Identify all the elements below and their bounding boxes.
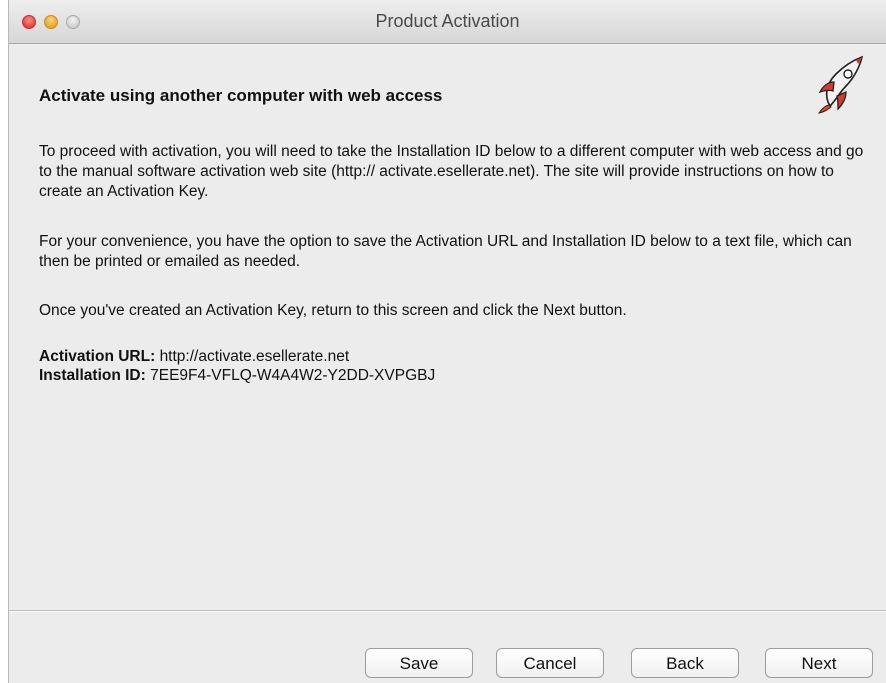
content-area: Activate using another computer with web… [9, 44, 886, 610]
installation-id-label: Installation ID: [39, 367, 146, 384]
save-option-paragraph: For your convenience, you have the optio… [39, 233, 852, 270]
instructions-paragraph: To proceed with activation, you will nee… [39, 143, 864, 200]
activation-url-value: http://activate.esellerate.net [159, 348, 350, 365]
next-step-paragraph: Once you've created an Activation Key, r… [39, 302, 627, 319]
activation-url-label: Activation URL: [39, 348, 156, 365]
rocket-icon [817, 55, 864, 114]
separator [9, 610, 886, 611]
installation-id-value: 7EE9F4-VFLQ-W4A4W2-Y2DD-XVPGBJ [150, 367, 436, 384]
back-button[interactable]: Back [631, 648, 739, 678]
activation-url-row: Activation URL: http://activate.esellera… [39, 347, 435, 366]
window-title: Product Activation [375, 11, 520, 31]
product-activation-window: Product Activation Activate using anothe… [8, 0, 886, 683]
save-button[interactable]: Save [365, 648, 473, 678]
page-heading: Activate using another computer with web… [39, 86, 443, 105]
installation-id-row: Installation ID: 7EE9F4-VFLQ-W4A4W2-Y2DD… [39, 366, 435, 385]
activation-info: Activation URL: http://activate.esellera… [39, 347, 435, 385]
cancel-button[interactable]: Cancel [496, 648, 604, 678]
next-button[interactable]: Next [765, 648, 873, 678]
title-bar[interactable]: Product Activation [9, 0, 886, 44]
